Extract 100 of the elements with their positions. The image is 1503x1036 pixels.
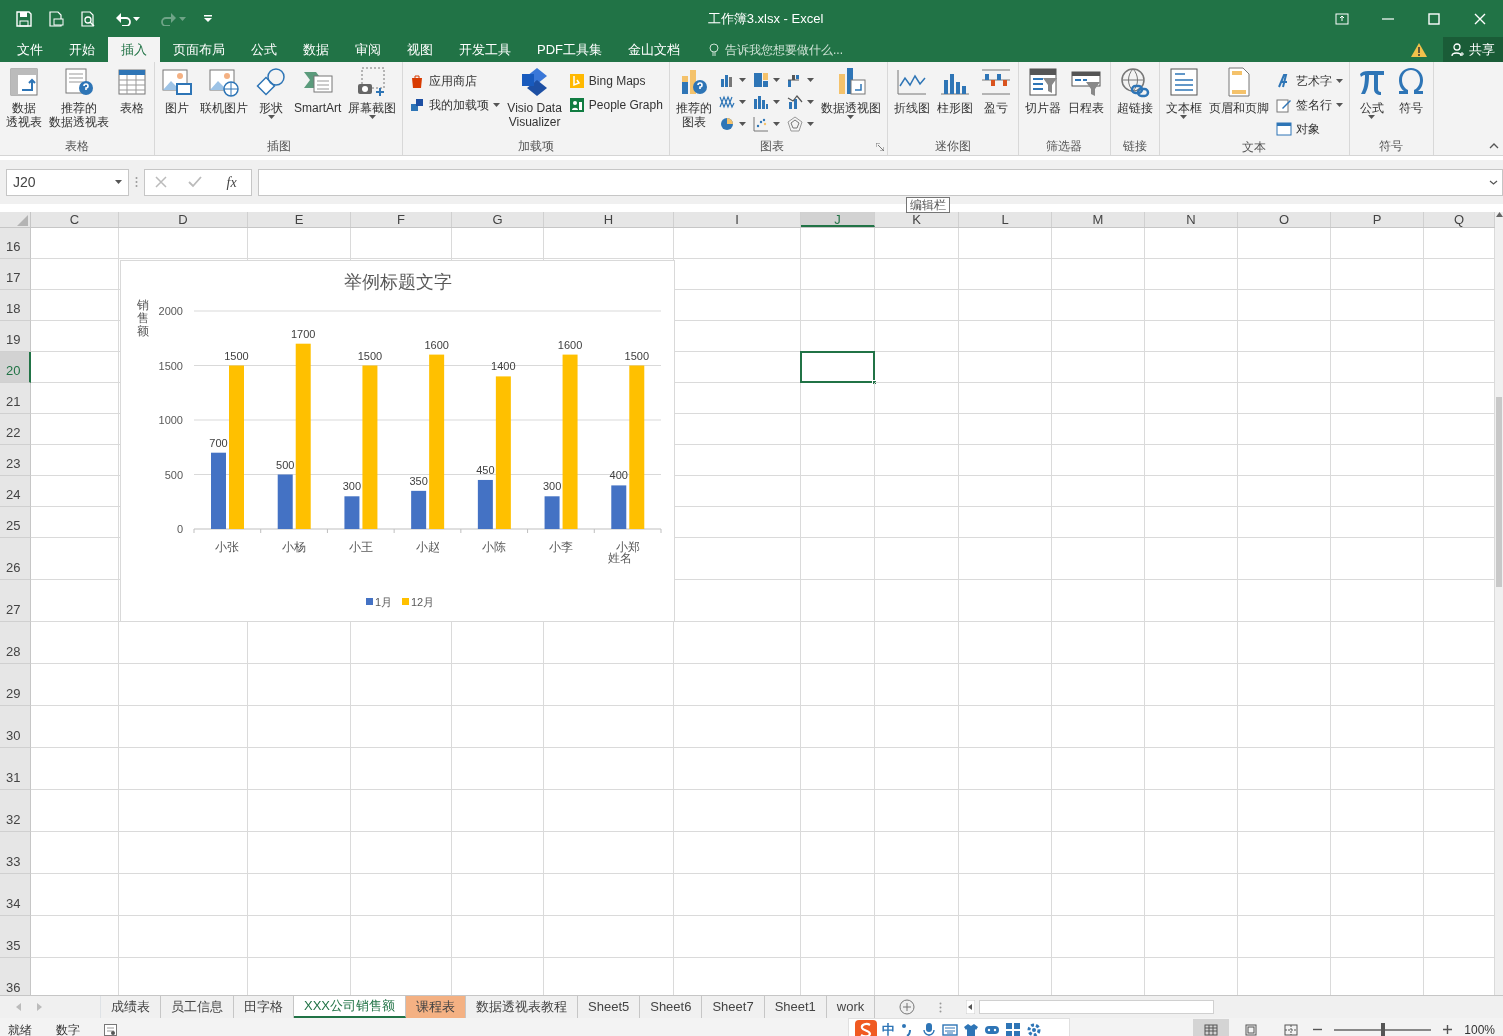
ribbon-tab[interactable]: 公式 xyxy=(238,37,290,62)
spreadsheet-cell[interactable] xyxy=(1145,706,1238,748)
column-header[interactable]: H xyxy=(544,212,674,227)
spreadsheet-cell[interactable] xyxy=(674,916,801,958)
spreadsheet-cell[interactable] xyxy=(31,445,119,476)
ribbon-button[interactable]: 数据 透视表 xyxy=(3,64,45,131)
spreadsheet-cell[interactable] xyxy=(351,706,452,748)
spreadsheet-cell[interactable] xyxy=(1145,874,1238,916)
spreadsheet-cell[interactable] xyxy=(1145,383,1238,414)
column-header[interactable]: N xyxy=(1145,212,1238,227)
spreadsheet-cell[interactable] xyxy=(1052,445,1145,476)
spreadsheet-cell[interactable] xyxy=(875,748,959,790)
spreadsheet-cell[interactable] xyxy=(31,476,119,507)
grid-icon[interactable] xyxy=(1005,1021,1021,1036)
spreadsheet-cell[interactable] xyxy=(1145,580,1238,622)
ribbon-button[interactable]: 公式 xyxy=(1352,64,1391,124)
spreadsheet-cell[interactable] xyxy=(119,874,248,916)
spreadsheet-cell[interactable] xyxy=(1238,622,1331,664)
spreadsheet-cell[interactable] xyxy=(1052,832,1145,874)
row-header[interactable]: 30 xyxy=(0,706,31,748)
spreadsheet-cell[interactable] xyxy=(875,352,959,383)
ribbon-button[interactable]: 柱形图 xyxy=(933,64,976,117)
spreadsheet-cell[interactable] xyxy=(1238,507,1331,538)
share-button[interactable]: 共享 xyxy=(1443,37,1503,62)
spreadsheet-cell[interactable] xyxy=(351,228,452,259)
shirt-icon[interactable] xyxy=(963,1021,979,1036)
zoom-in-icon[interactable] xyxy=(1443,1025,1453,1034)
scroll-up-icon[interactable] xyxy=(1495,212,1503,217)
spreadsheet-cell[interactable] xyxy=(875,414,959,445)
insert-function-button[interactable]: fx xyxy=(222,171,241,193)
sheet-tab[interactable]: XXX公司销售额 xyxy=(294,996,406,1018)
spreadsheet-cell[interactable] xyxy=(31,916,119,958)
spreadsheet-cell[interactable] xyxy=(452,748,544,790)
spreadsheet-cell[interactable] xyxy=(1238,352,1331,383)
spreadsheet-cell[interactable] xyxy=(959,445,1052,476)
ribbon-button[interactable]: 符号 xyxy=(1391,64,1430,117)
expand-icon[interactable] xyxy=(1489,179,1498,185)
spreadsheet-cell[interactable] xyxy=(801,476,875,507)
spreadsheet-cell[interactable] xyxy=(31,706,119,748)
spreadsheet-cell[interactable] xyxy=(1052,580,1145,622)
spreadsheet-cell[interactable] xyxy=(801,622,875,664)
row-header[interactable]: 25 xyxy=(0,507,31,538)
spreadsheet-cell[interactable] xyxy=(452,228,544,259)
ribbon-tab[interactable]: 文件 xyxy=(4,37,56,62)
spreadsheet-cell[interactable] xyxy=(1238,664,1331,706)
spreadsheet-cell[interactable] xyxy=(875,507,959,538)
spreadsheet-cell[interactable] xyxy=(1238,832,1331,874)
spreadsheet-cell[interactable] xyxy=(959,414,1052,445)
row-header[interactable]: 26 xyxy=(0,538,31,580)
spreadsheet-cell[interactable] xyxy=(1145,228,1238,259)
spreadsheet-cell[interactable] xyxy=(674,622,801,664)
spreadsheet-cell[interactable] xyxy=(31,538,119,580)
ribbon-button[interactable]: 对象 xyxy=(1272,118,1346,140)
spreadsheet-cell[interactable] xyxy=(1331,352,1424,383)
spreadsheet-cell[interactable] xyxy=(1331,383,1424,414)
spreadsheet-cell[interactable] xyxy=(1145,352,1238,383)
splitter-icon[interactable] xyxy=(939,1001,943,1013)
settings-icon[interactable] xyxy=(1026,1021,1042,1036)
ribbon-tab[interactable]: 插入 xyxy=(108,37,160,62)
ribbon-button[interactable]: 应用商店 xyxy=(406,70,504,92)
spreadsheet-cell[interactable] xyxy=(801,874,875,916)
row-header[interactable]: 20 xyxy=(0,352,31,383)
ribbon-button[interactable]: Visio Data Visualizer xyxy=(504,64,565,131)
spreadsheet-cell[interactable] xyxy=(959,874,1052,916)
spreadsheet-cell[interactable] xyxy=(1145,445,1238,476)
keyboard-icon[interactable] xyxy=(942,1021,958,1036)
spreadsheet-cell[interactable] xyxy=(1052,321,1145,352)
spreadsheet-cell[interactable] xyxy=(248,916,351,958)
spreadsheet-cell[interactable] xyxy=(452,664,544,706)
spreadsheet-cell[interactable] xyxy=(801,228,875,259)
column-header[interactable]: O xyxy=(1238,212,1331,227)
spreadsheet-cell[interactable] xyxy=(248,228,351,259)
spreadsheet-cell[interactable] xyxy=(1331,748,1424,790)
spreadsheet-cell[interactable] xyxy=(1238,290,1331,321)
spreadsheet-cell[interactable] xyxy=(875,228,959,259)
spreadsheet-cell[interactable] xyxy=(544,832,674,874)
spreadsheet-cell[interactable] xyxy=(875,383,959,414)
spreadsheet-cell[interactable] xyxy=(544,748,674,790)
spreadsheet-cell[interactable] xyxy=(959,228,1052,259)
spreadsheet-cell[interactable] xyxy=(544,228,674,259)
spreadsheet-cell[interactable] xyxy=(1238,916,1331,958)
spreadsheet-cell[interactable] xyxy=(875,445,959,476)
spreadsheet-cell[interactable] xyxy=(801,664,875,706)
spreadsheet-cell[interactable] xyxy=(801,259,875,290)
ribbon-button[interactable]: 页眉和页脚 xyxy=(1205,64,1272,117)
ime-logo-icon[interactable] xyxy=(855,1019,877,1036)
tell-me-field[interactable]: 告诉我您想要做什么... xyxy=(723,39,883,60)
spreadsheet-cell[interactable] xyxy=(1145,748,1238,790)
spreadsheet-cell[interactable] xyxy=(801,445,875,476)
spreadsheet-cell[interactable] xyxy=(1238,228,1331,259)
spreadsheet-cell[interactable] xyxy=(801,832,875,874)
select-all-icon[interactable] xyxy=(17,215,28,226)
spreadsheet-cell[interactable] xyxy=(1145,664,1238,706)
spreadsheet-cell[interactable] xyxy=(544,790,674,832)
spreadsheet-cell[interactable] xyxy=(1052,748,1145,790)
column-header[interactable]: L xyxy=(959,212,1052,227)
spreadsheet-cell[interactable] xyxy=(1145,790,1238,832)
spreadsheet-cell[interactable] xyxy=(31,622,119,664)
spreadsheet-cell[interactable] xyxy=(31,383,119,414)
spreadsheet-cell[interactable] xyxy=(544,874,674,916)
